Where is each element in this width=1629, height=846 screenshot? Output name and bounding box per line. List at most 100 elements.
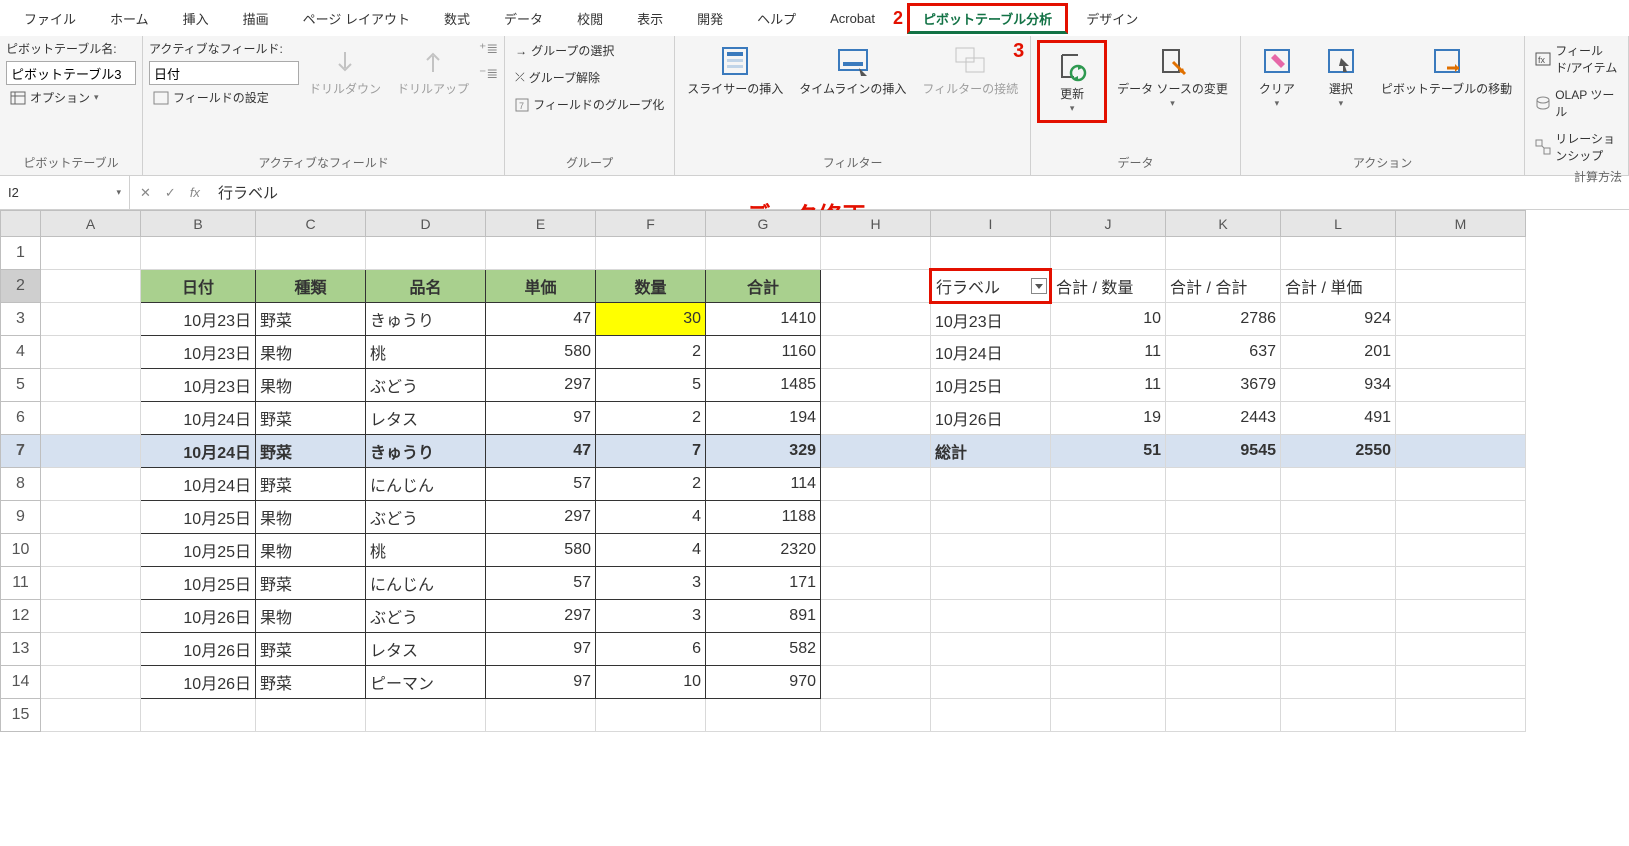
row-header-10[interactable]: 10 [1, 534, 41, 567]
cell-C10[interactable]: 果物 [256, 534, 366, 567]
row-header-13[interactable]: 13 [1, 633, 41, 666]
slicer-button[interactable]: スライサーの挿入 [681, 40, 789, 102]
row-header-12[interactable]: 12 [1, 600, 41, 633]
cell-J9[interactable] [1051, 501, 1166, 534]
cell-H15[interactable] [821, 699, 931, 732]
cell-K9[interactable] [1166, 501, 1281, 534]
cell-K12[interactable] [1166, 600, 1281, 633]
cell-J13[interactable] [1051, 633, 1166, 666]
cell-L7[interactable]: 2550 [1281, 435, 1396, 468]
cell-M9[interactable] [1396, 501, 1526, 534]
cell-C13[interactable]: 野菜 [256, 633, 366, 666]
cell-B11[interactable]: 10月25日 [141, 567, 256, 600]
cell-H14[interactable] [821, 666, 931, 699]
cell-B3[interactable]: 10月23日 [141, 303, 256, 336]
cell-G12[interactable]: 891 [706, 600, 821, 633]
group-select-button[interactable]: → グループの選択 [511, 40, 668, 61]
cell-M4[interactable] [1396, 336, 1526, 369]
cell-H7[interactable] [821, 435, 931, 468]
col-header-C[interactable]: C [256, 211, 366, 237]
row-header-14[interactable]: 14 [1, 666, 41, 699]
cell-K8[interactable] [1166, 468, 1281, 501]
col-header-M[interactable]: M [1396, 211, 1526, 237]
col-header-F[interactable]: F [596, 211, 706, 237]
row-header-5[interactable]: 5 [1, 369, 41, 402]
cell-A11[interactable] [41, 567, 141, 600]
collapse-icon[interactable]: ⁻≣ [479, 65, 498, 82]
menu-view[interactable]: 表示 [621, 3, 679, 34]
cell-A10[interactable] [41, 534, 141, 567]
cell-C5[interactable]: 果物 [256, 369, 366, 402]
cell-M5[interactable] [1396, 369, 1526, 402]
cell-L4[interactable]: 201 [1281, 336, 1396, 369]
cell-K5[interactable]: 3679 [1166, 369, 1281, 402]
cell-B1[interactable] [141, 237, 256, 270]
cell-I7[interactable]: 総計 [931, 435, 1051, 468]
cell-G14[interactable]: 970 [706, 666, 821, 699]
olap-button[interactable]: OLAP ツール [1531, 84, 1622, 122]
cell-M13[interactable] [1396, 633, 1526, 666]
cell-B9[interactable]: 10月25日 [141, 501, 256, 534]
cell-I13[interactable] [931, 633, 1051, 666]
menu-help[interactable]: ヘルプ [741, 3, 812, 34]
cell-C8[interactable]: 野菜 [256, 468, 366, 501]
cell-A7[interactable] [41, 435, 141, 468]
cell-B4[interactable]: 10月23日 [141, 336, 256, 369]
cell-K15[interactable] [1166, 699, 1281, 732]
cell-H9[interactable] [821, 501, 931, 534]
pivot-name-input[interactable] [6, 61, 136, 85]
cell-B10[interactable]: 10月25日 [141, 534, 256, 567]
menu-page-layout[interactable]: ページ レイアウト [287, 3, 426, 34]
cell-J6[interactable]: 19 [1051, 402, 1166, 435]
cell-E1[interactable] [486, 237, 596, 270]
cell-E13[interactable]: 97 [486, 633, 596, 666]
cell-D13[interactable]: レタス [366, 633, 486, 666]
row-header-3[interactable]: 3 [1, 303, 41, 336]
row-header-2[interactable]: 2 [1, 270, 41, 303]
cell-D8[interactable]: にんじん [366, 468, 486, 501]
cell-E5[interactable]: 297 [486, 369, 596, 402]
cell-B5[interactable]: 10月23日 [141, 369, 256, 402]
cell-K10[interactable] [1166, 534, 1281, 567]
cell-I15[interactable] [931, 699, 1051, 732]
cell-C1[interactable] [256, 237, 366, 270]
cell-M1[interactable] [1396, 237, 1526, 270]
cell-B6[interactable]: 10月24日 [141, 402, 256, 435]
cell-J14[interactable] [1051, 666, 1166, 699]
col-header-A[interactable]: A [41, 211, 141, 237]
cell-A2[interactable] [41, 270, 141, 303]
cell-J1[interactable] [1051, 237, 1166, 270]
row-header-9[interactable]: 9 [1, 501, 41, 534]
active-field-input[interactable] [149, 61, 299, 85]
cell-A14[interactable] [41, 666, 141, 699]
cell-F4[interactable]: 2 [596, 336, 706, 369]
cell-C4[interactable]: 果物 [256, 336, 366, 369]
cell-K2[interactable]: 合計 / 合計 [1166, 270, 1281, 303]
drilldown-button[interactable]: ドリルダウン [303, 40, 387, 102]
cell-A3[interactable] [41, 303, 141, 336]
cell-L9[interactable] [1281, 501, 1396, 534]
cell-D5[interactable]: ぶどう [366, 369, 486, 402]
menu-design[interactable]: デザイン [1070, 3, 1154, 34]
cell-J7[interactable]: 51 [1051, 435, 1166, 468]
cell-E9[interactable]: 297 [486, 501, 596, 534]
row-header-15[interactable]: 15 [1, 699, 41, 732]
cell-B12[interactable]: 10月26日 [141, 600, 256, 633]
cell-B7[interactable]: 10月24日 [141, 435, 256, 468]
cell-J12[interactable] [1051, 600, 1166, 633]
cell-L12[interactable] [1281, 600, 1396, 633]
fx-icon[interactable]: fx [190, 185, 200, 200]
cell-L10[interactable] [1281, 534, 1396, 567]
cell-C6[interactable]: 野菜 [256, 402, 366, 435]
cell-G15[interactable] [706, 699, 821, 732]
cell-J11[interactable] [1051, 567, 1166, 600]
cell-E15[interactable] [486, 699, 596, 732]
cell-D2[interactable]: 品名 [366, 270, 486, 303]
cell-I2[interactable]: 行ラベル [931, 270, 1051, 303]
field-item-button[interactable]: fx フィールド/アイテム [1531, 40, 1622, 78]
cell-G4[interactable]: 1160 [706, 336, 821, 369]
cell-C9[interactable]: 果物 [256, 501, 366, 534]
cell-H4[interactable] [821, 336, 931, 369]
cell-E10[interactable]: 580 [486, 534, 596, 567]
cell-I4[interactable]: 10月24日 [931, 336, 1051, 369]
